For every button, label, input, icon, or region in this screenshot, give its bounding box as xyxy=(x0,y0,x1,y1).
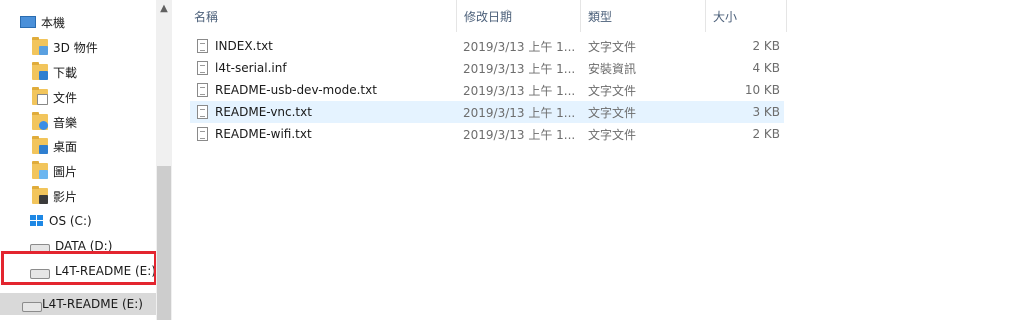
table-row-selected[interactable]: README-vnc.txt 2019/3/13 上午 1... 文字文件 3 … xyxy=(190,101,784,123)
sidebar-item-pictures[interactable]: 圖片 xyxy=(32,159,77,183)
downloads-icon xyxy=(32,62,48,80)
table-row[interactable]: README-usb-dev-mode.txt 2019/3/13 上午 1..… xyxy=(190,79,784,101)
file-date: 2019/3/13 上午 1... xyxy=(463,105,576,120)
table-row[interactable]: README-wifi.txt 2019/3/13 上午 1... 文字文件 2… xyxy=(190,123,784,145)
file-name: README-usb-dev-mode.txt xyxy=(215,83,377,97)
sidebar-item-music[interactable]: 音樂 xyxy=(32,110,77,134)
sidebar-scrollbar[interactable]: ▲ xyxy=(156,0,172,320)
sidebar-item-label: OS (C:) xyxy=(49,214,92,228)
scroll-up-arrow-icon[interactable]: ▲ xyxy=(156,0,172,16)
3d-objects-icon xyxy=(32,37,48,55)
file-date: 2019/3/13 上午 1... xyxy=(463,127,576,142)
column-header-label: 名稱 xyxy=(194,9,219,24)
text-file-icon xyxy=(197,39,208,53)
file-size: 10 KB xyxy=(744,83,780,97)
sidebar-item-label: 影片 xyxy=(53,189,78,204)
file-size: 2 KB xyxy=(752,127,780,141)
sidebar-item-label: 音樂 xyxy=(53,115,78,130)
file-date: 2019/3/13 上午 1... xyxy=(463,61,576,76)
sidebar-item-os-c[interactable]: OS (C:) xyxy=(30,209,92,233)
sidebar-item-downloads[interactable]: 下載 xyxy=(32,60,77,84)
file-name: README-vnc.txt xyxy=(215,105,312,119)
file-type: 文字文件 xyxy=(588,39,637,54)
sidebar-item-label: L4T-README (E:) xyxy=(42,297,143,311)
column-header-label: 類型 xyxy=(588,9,613,24)
scrollbar-thumb[interactable] xyxy=(157,166,171,320)
file-date: 2019/3/13 上午 1... xyxy=(463,39,576,54)
table-row[interactable]: l4t-serial.inf 2019/3/13 上午 1... 安裝資訊 4 … xyxy=(190,57,784,79)
file-type: 安裝資訊 xyxy=(588,61,637,76)
usb-drive-icon xyxy=(22,302,42,312)
column-header-type[interactable]: 類型 xyxy=(581,0,706,32)
sidebar-item-label: 圖片 xyxy=(53,164,78,179)
sidebar-item-documents[interactable]: 文件 xyxy=(32,85,77,109)
sidebar-item-l4t-readme-e-selected[interactable]: L4T-README (E:) xyxy=(0,293,156,315)
file-name: l4t-serial.inf xyxy=(215,61,287,75)
file-name: README-wifi.txt xyxy=(215,127,312,141)
file-date: 2019/3/13 上午 1... xyxy=(463,83,576,98)
file-type: 文字文件 xyxy=(588,105,637,120)
sidebar-item-videos[interactable]: 影片 xyxy=(32,184,77,208)
file-size: 3 KB xyxy=(752,105,780,119)
windows-drive-icon xyxy=(30,215,44,227)
setup-info-file-icon xyxy=(197,61,208,75)
column-header-size[interactable]: 大小 xyxy=(706,0,787,32)
file-name: INDEX.txt xyxy=(215,39,273,53)
column-header-name[interactable]: 名稱 xyxy=(187,0,457,32)
sort-ascending-icon: ︿ xyxy=(503,5,513,15)
text-file-icon xyxy=(197,83,208,97)
documents-icon xyxy=(32,87,48,105)
text-file-icon xyxy=(197,105,208,119)
column-header-label: 大小 xyxy=(713,9,738,24)
navigation-pane: 本機 3D 物件 下載 文件 音樂 桌面 圖片 影片 OS (C:) DATA … xyxy=(0,0,172,320)
sidebar-item-this-pc[interactable]: 本機 xyxy=(20,10,65,34)
file-list-header: 名稱 修改日期 類型 大小 ︿ xyxy=(187,0,787,32)
pictures-icon xyxy=(32,161,48,179)
table-row[interactable]: INDEX.txt 2019/3/13 上午 1... 文字文件 2 KB xyxy=(190,35,784,57)
videos-icon xyxy=(32,186,48,204)
music-icon xyxy=(32,112,48,130)
sidebar-item-label: 本機 xyxy=(41,15,66,30)
sidebar-item-label: 3D 物件 xyxy=(53,40,98,55)
file-type: 文字文件 xyxy=(588,127,637,142)
file-size: 2 KB xyxy=(752,39,780,53)
desktop-icon xyxy=(32,136,48,154)
sidebar-item-desktop[interactable]: 桌面 xyxy=(32,134,77,158)
file-size: 4 KB xyxy=(752,61,780,75)
sidebar-item-3d-objects[interactable]: 3D 物件 xyxy=(32,35,98,59)
computer-icon xyxy=(20,16,36,28)
column-header-date[interactable]: 修改日期 xyxy=(457,0,581,32)
sidebar-item-label: 文件 xyxy=(53,90,78,105)
text-file-icon xyxy=(197,127,208,141)
highlight-annotation-box xyxy=(1,251,157,285)
sidebar-item-label: 下載 xyxy=(53,65,78,80)
sidebar-item-label: 桌面 xyxy=(53,139,78,154)
file-type: 文字文件 xyxy=(588,83,637,98)
